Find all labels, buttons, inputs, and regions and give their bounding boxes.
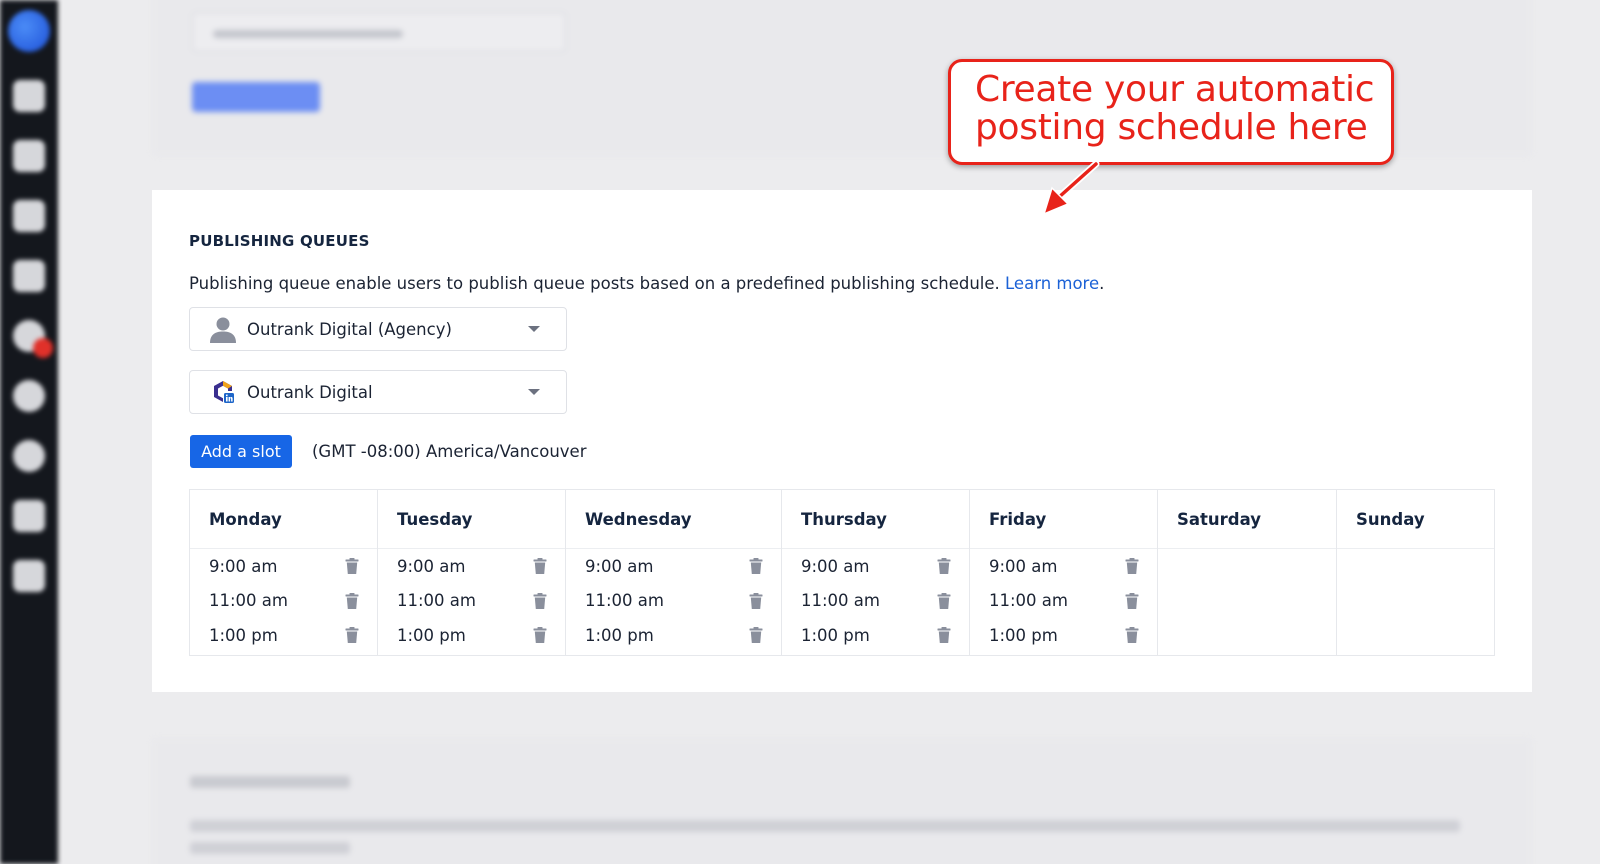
time-slot: 1:00 pm bbox=[378, 618, 565, 653]
account-select[interactable]: Outrank Digital bbox=[189, 370, 567, 414]
chat-icon[interactable] bbox=[13, 380, 45, 412]
pen-icon[interactable] bbox=[13, 500, 45, 532]
slot-time: 9:00 am bbox=[585, 556, 654, 576]
callout-line-2: posting schedule here bbox=[975, 107, 1368, 148]
slot-time: 1:00 pm bbox=[585, 625, 654, 645]
day-header: Monday bbox=[190, 490, 377, 549]
time-slot: 11:00 am bbox=[782, 584, 969, 619]
day-header: Thursday bbox=[782, 490, 969, 549]
description-text: Publishing queue enable users to publish… bbox=[189, 274, 1000, 293]
blurred-save-button[interactable] bbox=[192, 82, 320, 112]
time-slot: 9:00 am bbox=[378, 549, 565, 584]
time-slot: 11:00 am bbox=[970, 584, 1157, 619]
description-period: . bbox=[1099, 274, 1105, 293]
time-slot: 1:00 pm bbox=[970, 618, 1157, 653]
account-select-value: Outrank Digital bbox=[247, 382, 373, 402]
section-description: Publishing queue enable users to publish… bbox=[189, 274, 1104, 293]
slot-time: 9:00 am bbox=[989, 556, 1058, 576]
trash-icon[interactable] bbox=[937, 627, 951, 644]
user-avatar-icon bbox=[206, 312, 240, 346]
trash-icon[interactable] bbox=[937, 558, 951, 575]
trash-icon[interactable] bbox=[345, 627, 359, 644]
timezone-label: (GMT -08:00) America/Vancouver bbox=[312, 442, 587, 461]
day-column-saturday: Saturday bbox=[1158, 490, 1337, 655]
add-slot-button[interactable]: Add a slot bbox=[190, 435, 292, 468]
sidebar bbox=[0, 0, 58, 864]
chevron-down-icon bbox=[528, 389, 540, 395]
slot-time: 11:00 am bbox=[989, 591, 1068, 611]
time-slot: 11:00 am bbox=[566, 584, 781, 619]
slot-time: 11:00 am bbox=[397, 591, 476, 611]
trash-icon[interactable] bbox=[1125, 592, 1139, 609]
document-icon[interactable] bbox=[13, 560, 45, 592]
day-column-friday: Friday 9:00 am 11:00 am 1:00 pm bbox=[970, 490, 1158, 655]
time-slot: 9:00 am bbox=[970, 549, 1157, 584]
callout-line-1: Create your automatic bbox=[975, 69, 1375, 110]
slot-time: 9:00 am bbox=[209, 556, 278, 576]
publishing-queues-card: PUBLISHING QUEUES Publishing queue enabl… bbox=[152, 190, 1532, 692]
inbox-icon[interactable] bbox=[13, 320, 53, 358]
time-slot: 9:00 am bbox=[566, 549, 781, 584]
day-header: Saturday bbox=[1158, 490, 1336, 549]
trash-icon[interactable] bbox=[533, 627, 547, 644]
callout-arrow-icon bbox=[1042, 160, 1100, 216]
day-header: Tuesday bbox=[378, 490, 565, 549]
time-slot: 1:00 pm bbox=[566, 618, 781, 653]
day-header: Wednesday bbox=[566, 490, 781, 549]
trash-icon[interactable] bbox=[749, 627, 763, 644]
blurred-video-processing-card bbox=[152, 738, 1532, 864]
slot-time: 11:00 am bbox=[209, 591, 288, 611]
workspace-select[interactable]: Outrank Digital (Agency) bbox=[189, 307, 567, 351]
send-icon[interactable] bbox=[13, 140, 45, 172]
time-slot: 9:00 am bbox=[782, 549, 969, 584]
trash-icon[interactable] bbox=[1125, 558, 1139, 575]
app-logo-icon[interactable] bbox=[8, 10, 50, 52]
slot-time: 11:00 am bbox=[585, 591, 664, 611]
slot-time: 9:00 am bbox=[801, 556, 870, 576]
calendar-icon[interactable] bbox=[13, 200, 45, 232]
slot-time: 1:00 pm bbox=[209, 625, 278, 645]
schedule-table: Monday 9:00 am 11:00 am 1:00 pm Tuesday … bbox=[189, 489, 1495, 656]
time-slot: 1:00 pm bbox=[190, 618, 377, 653]
day-column-monday: Monday 9:00 am 11:00 am 1:00 pm bbox=[190, 490, 378, 655]
callout-annotation: Create your automatic posting schedule h… bbox=[948, 59, 1394, 165]
time-slot: 1:00 pm bbox=[782, 618, 969, 653]
slot-time: 1:00 pm bbox=[989, 625, 1058, 645]
trash-icon[interactable] bbox=[345, 592, 359, 609]
settings-icon[interactable] bbox=[13, 440, 45, 472]
slot-time: 11:00 am bbox=[801, 591, 880, 611]
day-header: Friday bbox=[970, 490, 1157, 549]
workspace-select-value: Outrank Digital (Agency) bbox=[247, 319, 452, 339]
day-header: Sunday bbox=[1337, 490, 1494, 549]
day-column-thursday: Thursday 9:00 am 11:00 am 1:00 pm bbox=[782, 490, 970, 655]
slot-time: 1:00 pm bbox=[801, 625, 870, 645]
slot-time: 9:00 am bbox=[397, 556, 466, 576]
day-column-wednesday: Wednesday 9:00 am 11:00 am 1:00 pm bbox=[566, 490, 782, 655]
media-icon[interactable] bbox=[13, 260, 45, 292]
home-icon[interactable] bbox=[13, 80, 45, 112]
time-slot: 11:00 am bbox=[378, 584, 565, 619]
trash-icon[interactable] bbox=[937, 592, 951, 609]
trash-icon[interactable] bbox=[533, 592, 547, 609]
day-column-sunday: Sunday bbox=[1337, 490, 1494, 655]
notification-badge bbox=[33, 338, 53, 358]
trash-icon[interactable] bbox=[533, 558, 547, 575]
linkedin-page-icon bbox=[206, 375, 240, 409]
trash-icon[interactable] bbox=[749, 558, 763, 575]
trash-icon[interactable] bbox=[749, 592, 763, 609]
chevron-down-icon bbox=[528, 326, 540, 332]
time-slot: 9:00 am bbox=[190, 549, 377, 584]
trash-icon[interactable] bbox=[1125, 627, 1139, 644]
blurred-select[interactable] bbox=[192, 12, 566, 52]
section-title: PUBLISHING QUEUES bbox=[189, 232, 370, 250]
day-column-tuesday: Tuesday 9:00 am 11:00 am 1:00 pm bbox=[378, 490, 566, 655]
trash-icon[interactable] bbox=[345, 558, 359, 575]
learn-more-link[interactable]: Learn more bbox=[1005, 274, 1099, 293]
slot-time: 1:00 pm bbox=[397, 625, 466, 645]
time-slot: 11:00 am bbox=[190, 584, 377, 619]
